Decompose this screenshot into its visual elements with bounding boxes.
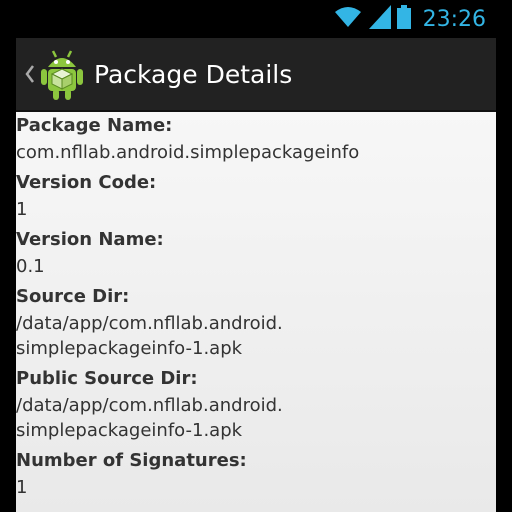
- detail-label: Version Name:: [16, 229, 164, 250]
- status-time: 23:26: [422, 6, 486, 32]
- detail-value: 1: [16, 199, 28, 220]
- detail-item: Public Source Dir: /data/app/com.nfllab.…: [16, 365, 496, 443]
- page-title: Package Details: [94, 59, 293, 89]
- detail-label: Public Source Dir:: [16, 368, 198, 389]
- action-bar: Package Details: [16, 38, 496, 112]
- wifi-icon: [333, 5, 363, 33]
- status-icons: 23:26: [333, 4, 486, 34]
- detail-value: /data/app/com.nfllab.android. simplepack…: [16, 313, 283, 359]
- android-package-icon[interactable]: [40, 46, 84, 102]
- detail-label: Package Name:: [16, 115, 173, 136]
- detail-item: Version Code: 1: [16, 169, 496, 222]
- details-list: Package Name: com.nfllab.android.simplep…: [16, 112, 496, 512]
- status-bar: 23:26: [16, 0, 496, 38]
- detail-item: Source Dir: /data/app/com.nfllab.android…: [16, 283, 496, 361]
- detail-item: Version Name: 0.1: [16, 226, 496, 279]
- detail-value: 0.1: [16, 256, 45, 277]
- detail-label: Version Code:: [16, 172, 157, 193]
- detail-label: Source Dir:: [16, 286, 130, 307]
- detail-value: /data/app/com.nfllab.android. simplepack…: [16, 395, 283, 441]
- back-caret-icon[interactable]: [22, 65, 38, 83]
- signal-icon: [368, 5, 391, 33]
- detail-value: 1: [16, 477, 28, 498]
- detail-item: Package Name: com.nfllab.android.simplep…: [16, 112, 496, 165]
- app-screen: 23:26 Package Details Package Name: com.…: [16, 0, 496, 512]
- battery-icon: [396, 5, 411, 33]
- detail-item: Number of Signatures: 1: [16, 447, 496, 500]
- detail-value: com.nfllab.android.simplepackageinfo: [16, 142, 360, 163]
- detail-label: Number of Signatures:: [16, 450, 247, 471]
